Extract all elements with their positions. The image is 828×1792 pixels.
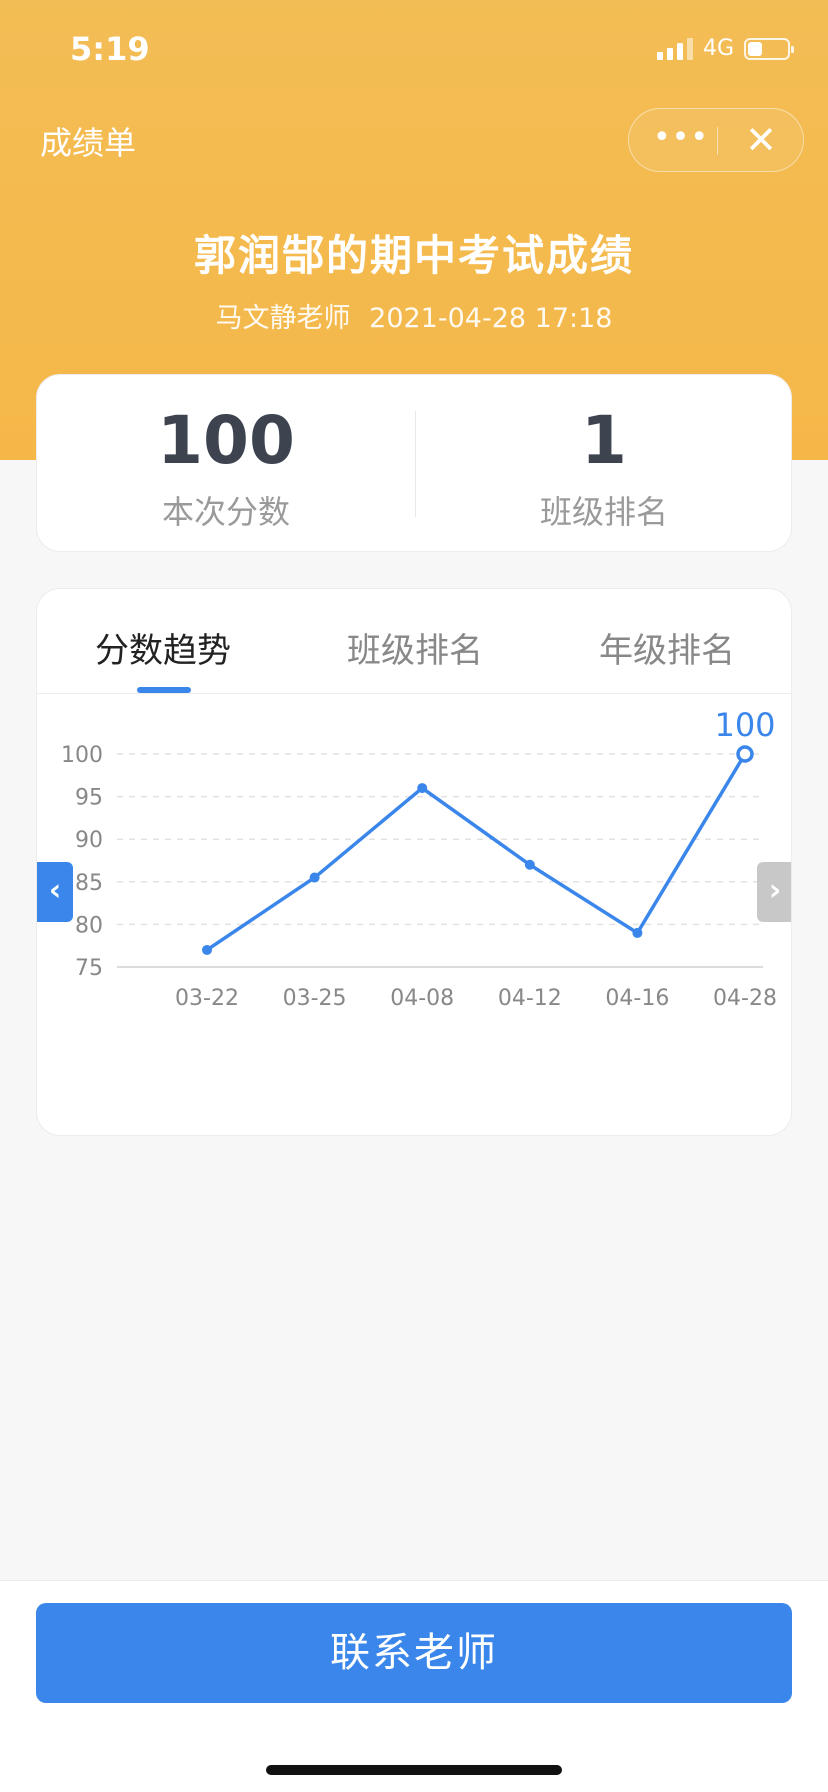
tab-score-trend[interactable]: 分数趋势 — [95, 623, 231, 672]
capsule-divider — [717, 127, 718, 155]
status-bar: 5:19 4G — [0, 0, 828, 100]
x-tick-label: 04-08 — [390, 986, 454, 1011]
bottom-bar: 联系老师 — [0, 1580, 828, 1792]
home-indicator — [266, 1765, 562, 1775]
x-tick-label: 03-22 — [175, 986, 239, 1011]
score-column: 100 本次分数 — [37, 375, 415, 553]
chevron-left-icon[interactable]: ‹ — [37, 862, 73, 922]
y-tick-label: 100 — [61, 743, 103, 768]
close-icon[interactable]: ✕ — [731, 109, 791, 173]
data-point-highlight — [736, 745, 754, 763]
data-point — [524, 859, 535, 870]
battery-icon — [744, 37, 794, 60]
score-summary-card: 100 本次分数 1 班级排名 — [36, 374, 792, 552]
mini-program-capsule: ••• ✕ — [628, 108, 804, 172]
y-tick-label: 85 — [75, 871, 103, 896]
rank-column: 1 班级排名 — [415, 375, 793, 553]
chart-tabs: 分数趋势 班级排名 年级排名 — [37, 589, 791, 694]
class-rank-label: 班级排名 — [539, 493, 668, 531]
exam-meta: 马文静老师 2021-04-28 17:18 — [0, 296, 828, 335]
score-label: 本次分数 — [161, 493, 290, 531]
nav-title: 成绩单 — [40, 124, 137, 162]
teacher-name: 马文静老师 — [215, 303, 351, 334]
y-tick-label: 90 — [75, 828, 103, 853]
data-point — [202, 944, 212, 955]
x-tick-label: 04-16 — [605, 986, 669, 1011]
y-tick-label: 80 — [75, 913, 103, 938]
data-point — [309, 872, 320, 883]
more-dots-icon[interactable]: ••• — [651, 109, 711, 173]
class-rank-value: 1 — [581, 402, 627, 479]
score-value: 100 — [157, 402, 295, 479]
score-trend-chart: 75 80 85 90 95 100 03-22 03-25 04-08 04-12 04-16 04… — [61, 706, 777, 1011]
x-tick-label: 04-12 — [498, 986, 562, 1011]
y-tick-label: 75 — [75, 956, 103, 981]
status-time: 5:19 — [70, 30, 150, 68]
y-tick-label: 95 — [75, 786, 103, 811]
x-tick-label: 03-25 — [283, 986, 347, 1011]
exam-datetime: 2021-04-28 17:18 — [369, 303, 613, 334]
tab-class-rank[interactable]: 班级排名 — [347, 623, 483, 672]
network-type: 4G — [702, 36, 734, 61]
trend-card: 分数趋势 班级排名 年级排名 75 80 85 90 95 100 03-22 03-25 04… — [36, 588, 792, 1136]
x-tick-label: 04-28 — [713, 986, 777, 1011]
chevron-right-icon[interactable]: › — [757, 862, 791, 922]
active-tab-indicator — [137, 687, 191, 693]
data-point — [417, 783, 428, 794]
data-label: 100 — [714, 706, 775, 744]
score-line — [206, 753, 747, 952]
status-icons: 4G — [656, 36, 794, 61]
contact-teacher-button[interactable]: 联系老师 — [36, 1603, 792, 1703]
data-point — [632, 927, 643, 938]
signal-icon — [656, 37, 693, 60]
tab-grade-rank[interactable]: 年级排名 — [599, 623, 735, 672]
page-title: 郭润郜的期中考试成绩 — [193, 231, 634, 280]
